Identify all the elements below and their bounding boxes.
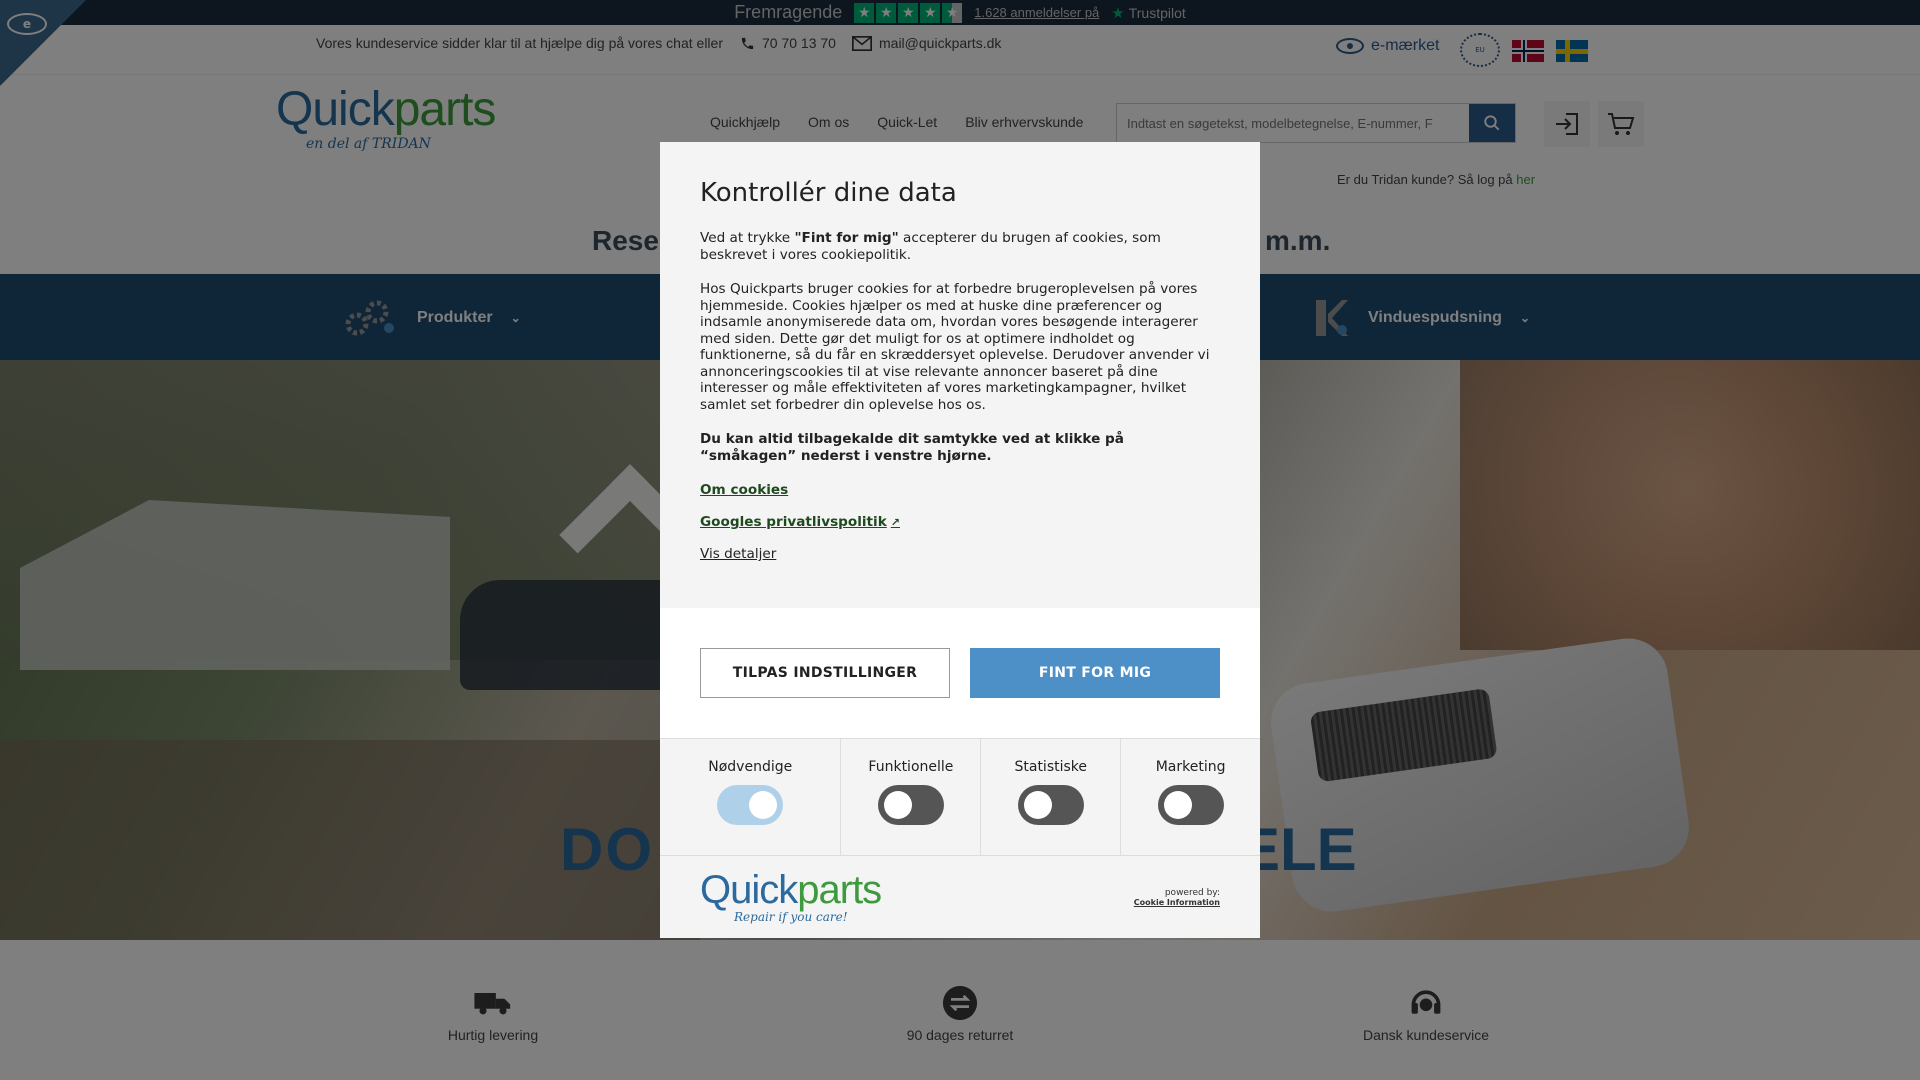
toggle-group-necessary: Nødvendige	[660, 739, 842, 855]
cookie-revoke-text: Du kan altid tilbagekalde dit samtykke v…	[700, 431, 1220, 464]
cookie-consent-dialog: Kontrollér dine data Ved at trykke "Fint…	[660, 142, 1260, 938]
google-privacy-label: Googles privatlivspolitik	[700, 514, 887, 530]
functional-toggle[interactable]	[877, 785, 944, 825]
cookie-dialog-footer: Quickparts Repair if you care! powered b…	[660, 856, 1260, 938]
toggle-group-functional: Funktionelle	[841, 739, 982, 855]
cookie-intro-bold: "Fint for mig"	[794, 230, 899, 246]
cookie-intro: Ved at trykke "Fint for mig" accepterer …	[700, 230, 1220, 263]
cookie-button-row: TILPAS INDSTILLINGER FINT FOR MIG	[660, 608, 1260, 738]
toggle-label: Funktionelle	[868, 759, 954, 775]
powered-by: powered by: Cookie Information	[1134, 888, 1220, 907]
cookie-revoke-bold: Du kan altid tilbagekalde dit samtykke v…	[700, 431, 1124, 464]
powered-by-label: powered by:	[1164, 887, 1220, 898]
toggle-label: Marketing	[1155, 759, 1226, 775]
cookie-category-toggles: Nødvendige Funktionelle Statistiske Mark…	[660, 738, 1260, 856]
external-link-icon: ↗	[890, 516, 900, 529]
cookie-dialog-title: Kontrollér dine data	[700, 178, 957, 208]
cookie-intro-prefix: Ved at trykke	[700, 230, 795, 246]
statistics-toggle[interactable]	[1017, 785, 1084, 825]
toggle-group-statistics: Statistiske	[981, 739, 1122, 855]
footer-logo-blue: Quick	[700, 868, 798, 912]
accept-cookies-button[interactable]: FINT FOR MIG	[970, 648, 1220, 698]
footer-quickparts-logo: Quickparts Repair if you care!	[700, 868, 882, 924]
cookie-body: Hos Quickparts bruger cookies for at for…	[700, 281, 1210, 413]
toggle-label: Statistiske	[1014, 759, 1088, 775]
customize-settings-button[interactable]: TILPAS INDSTILLINGER	[700, 648, 950, 698]
google-privacy-link[interactable]: Googles privatlivspolitik ↗	[700, 514, 1220, 530]
footer-tagline: Repair if you care!	[734, 910, 848, 924]
toggle-label: Nødvendige	[708, 759, 793, 775]
footer-logo-green: parts	[797, 868, 882, 912]
marketing-toggle[interactable]	[1157, 785, 1224, 825]
cookie-information-link[interactable]: Cookie Information	[1134, 898, 1220, 907]
show-details-link[interactable]: Vis detaljer	[700, 546, 1220, 562]
toggle-group-marketing: Marketing	[1121, 739, 1260, 855]
necessary-toggle[interactable]	[717, 785, 784, 825]
about-cookies-link[interactable]: Om cookies	[700, 482, 1220, 498]
